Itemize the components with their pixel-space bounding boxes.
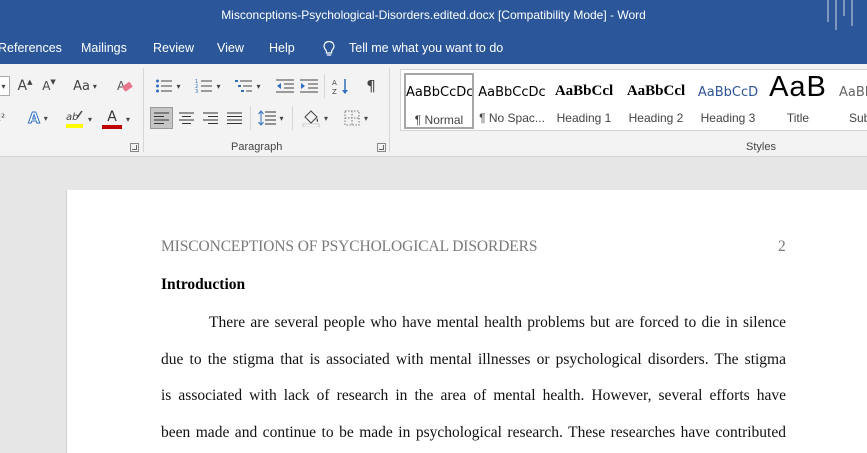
shrink-font-button[interactable]: A ▼ [40,76,58,96]
show-formatting-marks-button[interactable]: ¶ [360,76,382,96]
grow-font-button[interactable]: A ▲ [16,76,34,96]
sort-icon[interactable]: AZ [330,76,352,96]
paragraph-dialog-launcher[interactable] [377,143,386,152]
clear-formatting-icon[interactable]: A [114,76,136,96]
justify-icon[interactable] [223,107,246,129]
body-text-line: due to the stigma that is associated wit… [161,351,786,368]
ribbon-tabs: References Mailings Review View Help Tel… [0,34,867,64]
line-spacing-icon [258,110,277,126]
separator [143,68,144,152]
svg-text:Z: Z [332,88,337,95]
tab-view[interactable]: View [217,41,244,55]
style-title[interactable]: AaB Title [763,73,833,129]
change-case-button[interactable]: Aa ▾ [68,76,102,96]
highlight-color-button[interactable]: ab ▾ [60,108,96,130]
highlighter-icon: ab [65,110,83,128]
multilevel-list-button[interactable]: ▾ [230,76,266,96]
numbering-icon: 1 2 3 [195,79,213,94]
style-heading-1[interactable]: AaBbCcl Heading 1 [549,73,619,129]
separator [324,74,325,98]
style-heading-3[interactable]: AaBbCcD Heading 3 [693,73,763,129]
styles-group-label: Styles [746,141,776,153]
body-text-line: There are several people who have mental… [209,314,786,331]
title-bar: Misconcptions-Psychological-Disorders.ed… [0,0,867,34]
font-color-icon: A [107,108,117,125]
numbering-button[interactable]: 1 2 3 ▾ [190,76,226,96]
separator [292,106,293,130]
window-decoration [827,0,861,30]
body-text-line: is associated with lack of research in t… [161,387,786,404]
bullets-icon [156,79,173,93]
paint-bucket-icon [302,110,320,127]
text-effects-button[interactable]: A ▾ [22,108,54,128]
shading-button[interactable]: ▾ [298,107,332,129]
multilevel-list-icon [235,80,253,92]
style-normal[interactable]: AaBbCcDc ¶ Normal [404,73,474,129]
borders-button[interactable]: ▾ [338,107,374,129]
running-head: MISCONCEPTIONS OF PSYCHOLOGICAL DISORDER… [161,238,538,255]
page-number: 2 [778,238,786,255]
svg-text:3: 3 [195,89,198,94]
lightbulb-icon[interactable] [322,40,336,58]
decrease-indent-icon[interactable] [274,76,296,96]
tab-help[interactable]: Help [269,41,295,55]
tab-mailings[interactable]: Mailings [81,41,127,55]
window-title: Misconcptions-Psychological-Disorders.ed… [221,8,646,22]
borders-icon [344,110,360,126]
body-text-line: been made and continue to be made in psy… [161,424,786,441]
font-dialog-launcher[interactable] [130,143,139,152]
separator [389,68,390,152]
separator [250,106,251,130]
align-center-icon[interactable] [175,107,198,129]
line-spacing-button[interactable]: ▾ [254,107,288,129]
tab-review[interactable]: Review [153,41,194,55]
document-page[interactable]: MISCONCEPTIONS OF PSYCHOLOGICAL DISORDER… [66,190,867,453]
font-size-dropdown[interactable]: ▾ [0,76,10,96]
bullets-button[interactable]: ▾ [150,76,186,96]
svg-text:A: A [332,79,337,87]
document-canvas[interactable]: MISCONCEPTIONS OF PSYCHOLOGICAL DISORDER… [0,157,867,453]
style-heading-2[interactable]: AaBbCcl Heading 2 [621,73,691,129]
tab-references[interactable]: References [0,41,62,55]
align-left-icon[interactable] [150,107,173,129]
section-heading: Introduction [161,276,246,293]
text-effects-icon: A [28,109,41,128]
superscript-button[interactable]: x² [0,108,10,128]
increase-indent-icon[interactable] [298,76,320,96]
font-color-button[interactable]: A ▾ [98,108,134,130]
tell-me-search[interactable]: Tell me what you want to do [349,41,503,55]
align-right-icon[interactable] [199,107,222,129]
style-no-spacing[interactable]: AaBbCcDc ¶ No Spac... [477,73,547,129]
ribbon: ▾ A▲ A▼ Aa▾ A x² A▾ ab ▾ [0,64,867,157]
pilcrow-icon: ¶ [366,77,376,95]
paragraph-group-label: Paragraph [231,141,283,153]
styles-gallery: AaBbCcDc ¶ Normal AaBbCcDc ¶ No Spac... … [400,69,867,131]
style-subtitle[interactable]: AaBl Sub [833,73,867,129]
